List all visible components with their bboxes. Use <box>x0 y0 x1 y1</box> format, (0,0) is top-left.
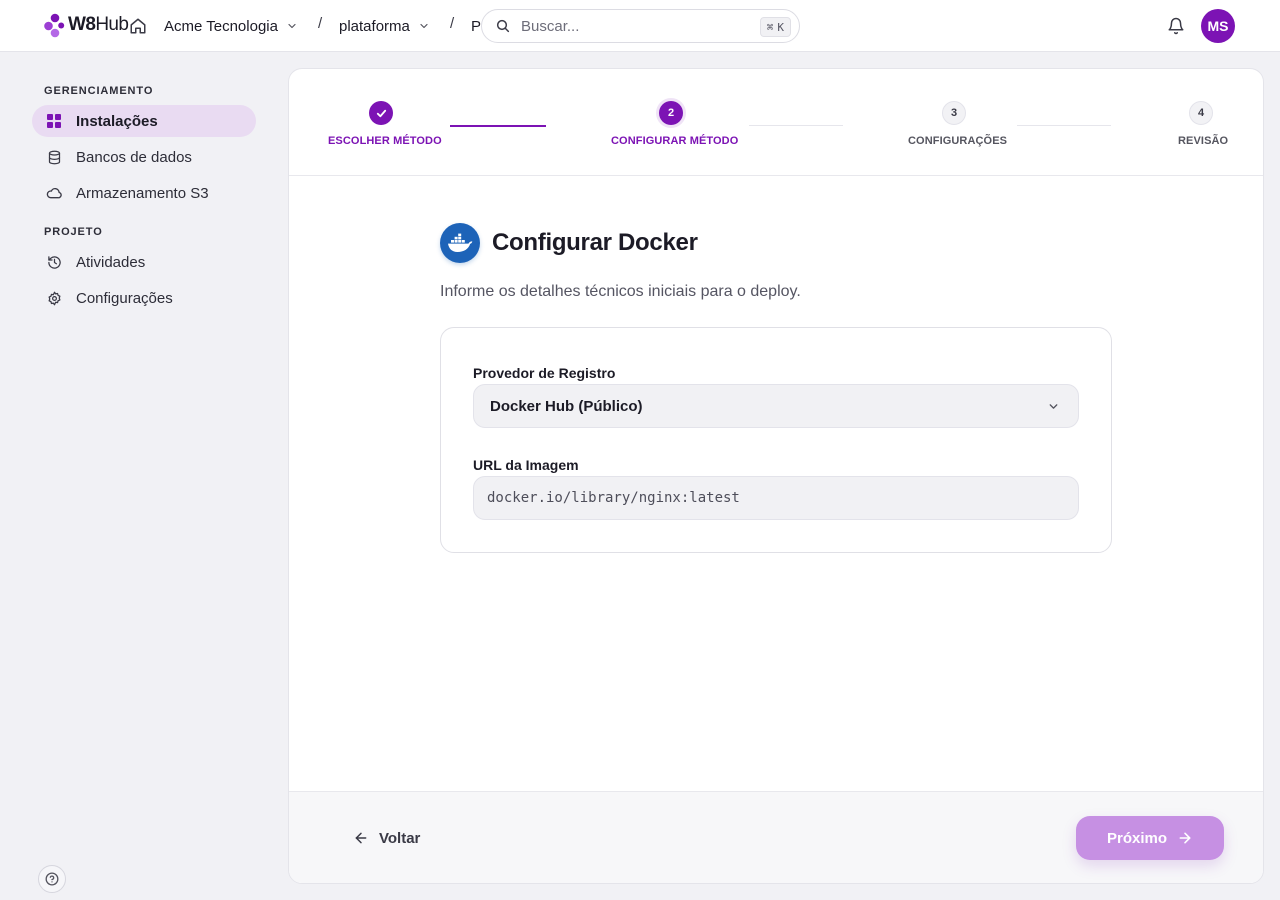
sidebar-item-label: Configurações <box>76 289 173 307</box>
image-url-input[interactable] <box>473 476 1079 520</box>
breadcrumb-current[interactable]: P <box>471 15 481 37</box>
top-bar: W8Hub Acme Tecnologia / plataforma / P ⌘… <box>0 0 1280 52</box>
step-connector-pending <box>749 125 843 126</box>
user-avatar[interactable]: MS <box>1201 9 1235 43</box>
next-button-label: Próximo <box>1106 829 1167 847</box>
docker-icon <box>440 223 480 263</box>
breadcrumb-project-label: plataforma <box>339 17 410 35</box>
registry-provider-value: Docker Hub (Público) <box>490 397 643 415</box>
configure-docker-section: Configurar Docker Informe os detalhes té… <box>440 223 1112 553</box>
gear-icon <box>46 290 62 306</box>
notifications-button[interactable] <box>1165 15 1187 37</box>
step-4-indicator[interactable]: 4 <box>1189 101 1213 125</box>
sidebar-section-title: PROJETO <box>44 226 103 238</box>
registry-provider-select[interactable]: Docker Hub (Público) <box>473 384 1079 428</box>
bell-icon <box>1168 17 1184 35</box>
home-button[interactable] <box>128 16 148 36</box>
step-4-label: REVISÃO <box>1178 135 1229 147</box>
help-button[interactable] <box>38 865 66 893</box>
image-url-label: URL da Imagem <box>473 457 579 473</box>
page-title: Configurar Docker <box>492 229 698 256</box>
check-icon <box>376 109 386 117</box>
next-button[interactable]: Próximo <box>1076 816 1224 860</box>
sidebar-item-label: Armazenamento S3 <box>76 184 209 202</box>
step-2-current-indicator[interactable]: 2 <box>659 101 683 125</box>
sidebar-item-label: Bancos de dados <box>76 148 192 166</box>
shortcut-key: K <box>777 20 784 34</box>
search-input[interactable] <box>521 17 741 35</box>
sidebar-item-settings[interactable]: Configurações <box>32 282 256 314</box>
logo-text-bold: W8 <box>68 14 96 35</box>
logo-text-light: Hub <box>95 14 129 35</box>
help-circle-icon <box>45 872 59 886</box>
arrow-right-icon <box>1177 830 1193 846</box>
step-3-indicator[interactable]: 3 <box>942 101 966 125</box>
search-icon <box>496 19 510 33</box>
sidebar-item-label: Instalações <box>76 112 158 130</box>
step-1-label: ESCOLHER MÉTODO <box>328 135 442 147</box>
registry-provider-label: Provedor de Registro <box>473 365 616 381</box>
docker-config-form: Provedor de Registro Docker Hub (Público… <box>440 327 1112 553</box>
step-2-label: CONFIGURAR MÉTODO <box>611 135 739 147</box>
home-icon <box>130 18 146 34</box>
logo-mark-icon <box>44 13 65 38</box>
step-connector-completed <box>450 125 546 127</box>
arrow-left-icon <box>355 832 367 844</box>
sidebar-item-s3-storage[interactable]: Armazenamento S3 <box>32 177 256 209</box>
breadcrumb-organization-label: Acme Tecnologia <box>164 17 278 35</box>
grid-icon <box>46 113 62 129</box>
chevron-down-icon <box>286 20 298 32</box>
step-connector-pending <box>1017 125 1111 126</box>
page-heading: Configurar Docker <box>440 223 1112 263</box>
sidebar-item-label: Atividades <box>76 253 146 271</box>
back-button[interactable]: Voltar <box>353 824 420 852</box>
step-3-label: CONFIGURAÇÕES <box>908 135 1008 147</box>
wizard-panel: ESCOLHER MÉTODO 2 CONFIGURAR MÉTODO 3 CO… <box>288 68 1264 884</box>
database-icon <box>46 149 62 165</box>
search-shortcut-badge: ⌘ K <box>759 17 791 37</box>
chevron-down-icon <box>1047 400 1060 413</box>
wizard-stepper: ESCOLHER MÉTODO 2 CONFIGURAR MÉTODO 3 CO… <box>289 69 1263 176</box>
wizard-footer: Voltar Próximo <box>289 791 1263 883</box>
chevron-down-icon <box>418 20 430 32</box>
cloud-icon <box>46 185 62 201</box>
search-bar[interactable]: ⌘ K <box>481 9 800 43</box>
breadcrumb-current-label: P <box>471 17 482 35</box>
breadcrumb-separator: / <box>450 15 455 32</box>
sidebar: GERENCIAMENTO Instalações Bancos de dado… <box>0 52 288 900</box>
breadcrumb-organization[interactable]: Acme Tecnologia <box>164 15 298 37</box>
step-1-completed-indicator[interactable] <box>369 101 393 125</box>
w8hub-logo[interactable]: W8Hub <box>44 12 129 38</box>
history-icon <box>46 254 62 270</box>
sidebar-item-installations[interactable]: Instalações <box>32 105 256 137</box>
page-subtitle: Informe os detalhes técnicos iniciais pa… <box>440 283 801 300</box>
sidebar-item-activities[interactable]: Atividades <box>32 246 256 278</box>
command-key-icon: ⌘ <box>766 20 774 34</box>
breadcrumb-separator: / <box>318 15 323 32</box>
sidebar-section-title: GERENCIAMENTO <box>44 85 154 97</box>
breadcrumb-project[interactable]: plataforma <box>339 15 430 37</box>
back-button-label: Voltar <box>379 829 421 847</box>
logo-text: W8Hub <box>68 14 129 36</box>
sidebar-item-databases[interactable]: Bancos de dados <box>32 141 256 173</box>
